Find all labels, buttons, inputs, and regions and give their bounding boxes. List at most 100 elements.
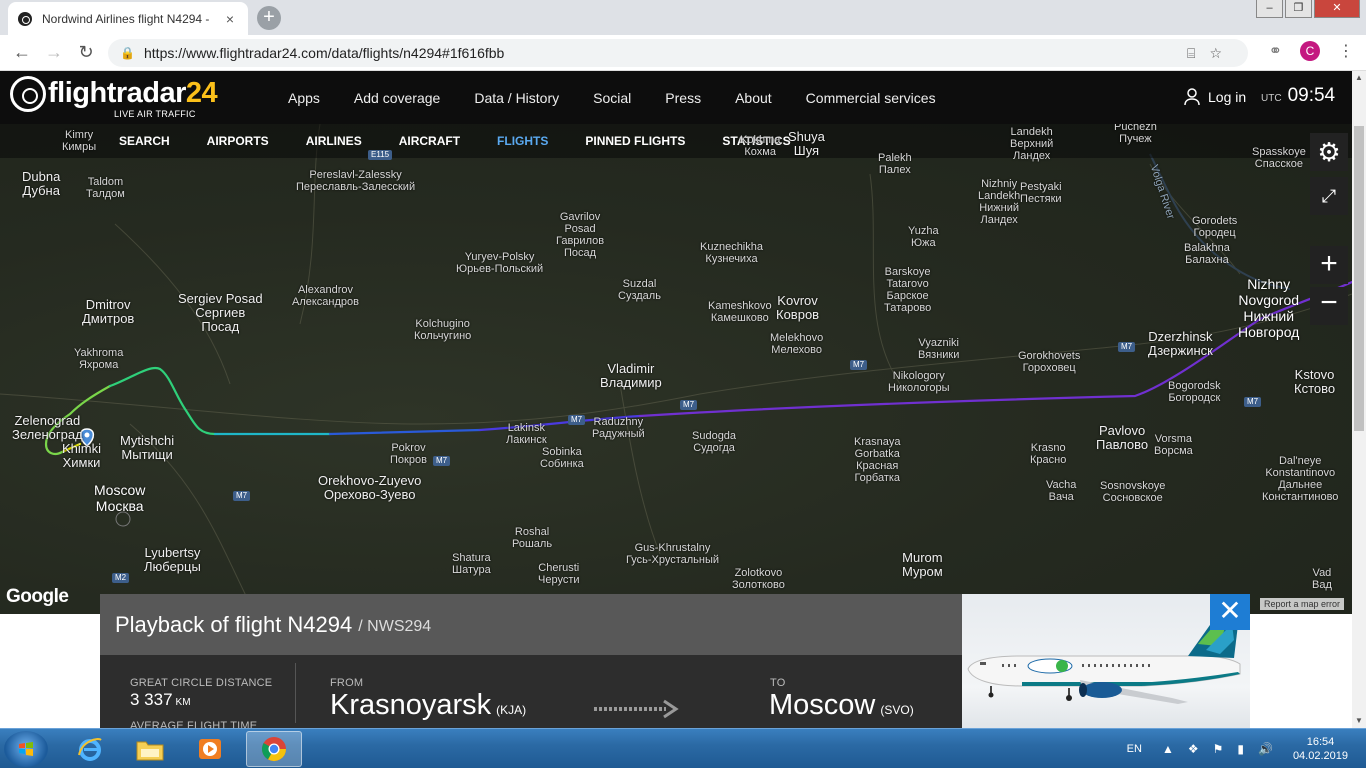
map-label: Yuzha Южа <box>908 225 939 249</box>
menu-kebab-icon[interactable]: ⋮ <box>1338 41 1354 61</box>
map-label: Taldom Талдом <box>86 176 125 200</box>
reload-icon[interactable]: ↻ <box>70 42 102 63</box>
logo-text: flightradar24 <box>48 77 218 109</box>
road-badge: M7 <box>680 400 698 410</box>
utc-time: 09:54 <box>1287 85 1336 106</box>
nav-add-coverage[interactable]: Add coverage <box>354 90 440 106</box>
map-label: Suzdal Суздаль <box>618 278 661 302</box>
flight-map[interactable]: SEARCH AIRPORTS AIRLINES AIRCRAFT FLIGHT… <box>0 124 1352 614</box>
language-indicator[interactable]: EN <box>1127 743 1142 755</box>
map-label: Vladimir Владимир <box>600 361 662 390</box>
taskbar-explorer[interactable] <box>122 731 178 767</box>
to-label: TO <box>770 677 786 689</box>
distance-value: 3 337 KM <box>130 690 191 709</box>
scroll-down-icon[interactable]: ▼ <box>1352 714 1366 728</box>
map-label: Lakinsk Лакинск <box>506 422 547 446</box>
subnav-search[interactable]: SEARCH <box>119 134 170 148</box>
maximize-button[interactable]: ❐ <box>1285 0 1312 18</box>
taskbar-ie[interactable] <box>62 731 118 767</box>
report-map-error-link[interactable]: Report a map error <box>1259 598 1344 610</box>
track-segment-blue <box>328 428 482 436</box>
media-player-icon <box>199 739 221 759</box>
close-window-button[interactable]: ✕ <box>1314 0 1360 18</box>
aircraft-photo[interactable] <box>962 594 1250 728</box>
map-label: Murom Муром <box>902 550 943 579</box>
playback-header: Playback of flight N4294 / NWS294 <box>100 594 962 655</box>
taskbar-media-player[interactable] <box>182 731 238 767</box>
map-label: Krasno Красно <box>1030 442 1067 466</box>
scroll-up-icon[interactable]: ▲ <box>1352 71 1366 85</box>
top-nav: Apps Add coverage Data / History Social … <box>288 71 970 124</box>
start-button[interactable] <box>4 731 48 767</box>
map-label: Dzerzhinsk Дзержинск <box>1148 329 1213 358</box>
nav-data-history[interactable]: Data / History <box>474 90 559 106</box>
url-text[interactable]: https://www.flightradar24.com/data/fligh… <box>144 45 1187 61</box>
map-label: Nikologory Никологоры <box>888 370 950 394</box>
map-label: Raduzhny Радужный <box>592 416 645 440</box>
from-city: Krasnoyarsk (KJA) <box>330 689 527 721</box>
moscow-ring <box>115 511 131 527</box>
map-label: Kimry Кимры <box>62 129 97 153</box>
site-header: flightradar24 LIVE AIR TRAFFIC Apps Add … <box>0 71 1366 124</box>
zoom-in-button[interactable]: + <box>1310 246 1348 284</box>
login-button[interactable]: Log in <box>1184 88 1246 106</box>
map-label: Gavrilov Posad Гаврилов Посад <box>556 211 605 259</box>
page-scrollbar[interactable]: ▲ ▼ <box>1352 71 1366 728</box>
browser-tab[interactable]: Nordwind Airlines flight N4294 - × <box>8 2 248 35</box>
google-logo: Google <box>6 586 69 607</box>
map-label: Gorokhovets Гороховец <box>1018 350 1081 374</box>
back-icon[interactable]: ← <box>6 42 38 63</box>
scroll-thumb[interactable] <box>1354 126 1364 431</box>
folder-icon <box>136 741 164 761</box>
map-label: Kolchugino Кольчугино <box>414 318 472 342</box>
windows-logo-icon <box>19 742 33 756</box>
nav-social[interactable]: Social <box>593 90 631 106</box>
toolbar-right: ⚭ C ⋮ <box>1269 41 1354 61</box>
map-label: Barskoye Tatarovo Барское Татарово <box>884 266 932 314</box>
fullscreen-icon[interactable]: ⤢ <box>1310 177 1348 215</box>
nav-apps[interactable]: Apps <box>288 90 320 106</box>
login-label: Log in <box>1208 89 1247 105</box>
minimize-button[interactable]: – <box>1256 0 1283 18</box>
network-signal-icon[interactable]: ▮ <box>1237 742 1244 756</box>
tray-expand-icon[interactable]: ▲ <box>1162 742 1174 756</box>
map-label: Vacha Вача <box>1046 479 1077 503</box>
aircraft-image <box>967 608 1241 704</box>
from-label: FROM <box>330 677 364 689</box>
dropbox-icon[interactable]: ❖ <box>1188 742 1199 756</box>
system-tray: EN ▲ ❖ ⚑ ▮ 🔊 16:54 04.02.2019 <box>1127 729 1358 769</box>
settings-gear-icon[interactable]: ⚙ <box>1310 133 1348 171</box>
nav-about[interactable]: About <box>735 90 772 106</box>
browser-toolbar: ← → ↻ 🔒 https://www.flightradar24.com/da… <box>0 35 1366 71</box>
profile-avatar[interactable]: C <box>1300 41 1320 61</box>
zoom-out-button[interactable]: − <box>1310 287 1348 325</box>
tab-close-button[interactable]: × <box>222 11 238 27</box>
nav-commercial-services[interactable]: Commercial services <box>806 90 936 106</box>
map-label: Roshal Рошаль <box>512 526 553 550</box>
new-tab-button[interactable]: + <box>257 6 281 30</box>
subnav-pinned-flights[interactable]: PINNED FLIGHTS <box>585 134 685 148</box>
road-badge: M7 <box>233 491 251 501</box>
globe-extension-icon[interactable]: ⚭ <box>1269 41 1282 61</box>
subnav-aircraft[interactable]: AIRCRAFT <box>399 134 460 148</box>
subnav-airlines[interactable]: AIRLINES <box>306 134 362 148</box>
nav-press[interactable]: Press <box>665 90 701 106</box>
clock[interactable]: 16:54 04.02.2019 <box>1293 735 1348 763</box>
fr24-logo[interactable]: flightradar24 LIVE AIR TRAFFIC <box>10 76 218 119</box>
map-label: Pestyaki Пестяки <box>1020 181 1062 205</box>
road-lines <box>0 124 1352 605</box>
volume-icon[interactable]: 🔊 <box>1258 742 1273 756</box>
close-playback-button[interactable]: ✕ <box>1210 594 1250 630</box>
forward-icon[interactable]: → <box>38 42 70 63</box>
subnav-flights[interactable]: FLIGHTS <box>497 134 548 148</box>
map-label: Kuznechikha Кузнечиха <box>700 241 763 265</box>
subnav-airports[interactable]: AIRPORTS <box>207 134 269 148</box>
taskbar-chrome[interactable] <box>246 731 302 767</box>
address-bar[interactable]: 🔒 https://www.flightradar24.com/data/fli… <box>108 39 1248 67</box>
action-center-icon[interactable]: ⚑ <box>1213 742 1224 756</box>
translate-icon[interactable]: ⌸ <box>1187 45 1209 62</box>
map-label: Dubna Дубна <box>22 169 61 198</box>
road-badge: M7 <box>850 360 868 370</box>
map-label: Kstovo Кстово <box>1294 367 1336 396</box>
bookmark-star-icon[interactable]: ☆ <box>1209 45 1236 62</box>
